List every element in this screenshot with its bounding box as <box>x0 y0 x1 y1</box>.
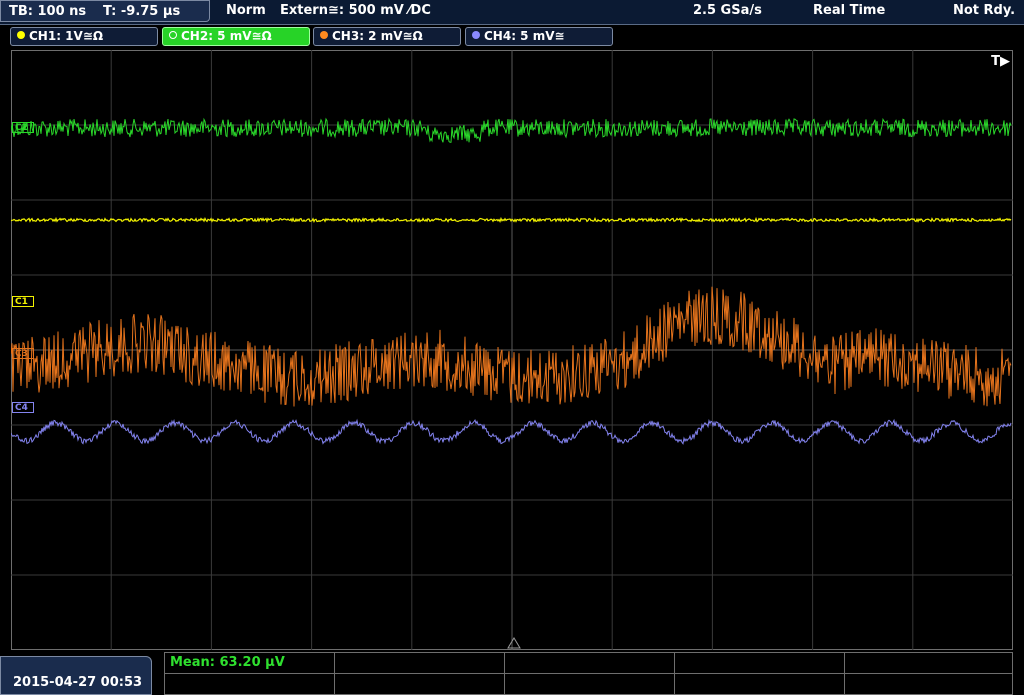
channel-3-dot-icon <box>320 31 328 39</box>
channel-3-trace <box>11 286 1012 407</box>
acquisition-mode[interactable]: Real Time <box>813 3 885 18</box>
horizontal-position-marker-icon[interactable] <box>507 637 521 649</box>
acquisition-state: Not Rdy. <box>953 3 1016 18</box>
channel-2-offset-marker[interactable]: C2 <box>12 122 34 133</box>
channel-2-trace <box>11 117 1012 143</box>
timebase-value: TB: 100 ns <box>9 4 87 19</box>
channel-bar: CH1: 1V≅Ω CH2: 5 mV≅Ω CH3: 2 mV≅Ω CH4: 5… <box>0 25 1024 50</box>
channel-2-label: CH2: 5 mV≅Ω <box>181 29 272 43</box>
channel-4-dot-icon <box>472 31 480 39</box>
channel-1-tab[interactable]: CH1: 1V≅Ω <box>10 27 158 46</box>
measurement-cell[interactable] <box>165 674 335 695</box>
channel-4-offset-marker[interactable]: C4 <box>12 402 34 413</box>
channel-1-trace <box>11 216 1012 224</box>
waveform-canvas[interactable] <box>11 50 1013 650</box>
trigger-mode[interactable]: Norm <box>226 3 266 18</box>
channel-1-dot-icon <box>17 31 25 39</box>
measurement-row <box>165 674 1012 695</box>
status-bar: TB: 100 ns T: -9.75 µs Norm Extern≅: 500… <box>0 0 1024 25</box>
measurement-cell[interactable] <box>675 674 845 695</box>
channel-3-offset-marker[interactable]: C3 <box>12 348 34 359</box>
measurement-cell[interactable] <box>335 674 505 695</box>
channel-2-tab[interactable]: CH2: 5 mV≅Ω <box>162 27 310 46</box>
trigger-time-value: T: -9.75 µs <box>103 4 181 19</box>
channel-4-label: CH4: 5 mV≅ <box>484 29 565 43</box>
measurement-table[interactable]: Mean: 63.20 µV <box>164 652 1013 695</box>
date-time: 2015-04-27 00:53 <box>13 675 143 690</box>
trigger-source[interactable]: Extern≅: 500 mV ⁄DC <box>280 3 431 18</box>
channel-1-label: CH1: 1V≅Ω <box>29 29 104 43</box>
trigger-position-icon[interactable]: T▶ <box>991 54 1010 69</box>
measurement-cell[interactable] <box>505 674 675 695</box>
channel-2-dot-icon <box>169 31 177 39</box>
mean-measurement: Mean: 63.20 µV <box>170 655 285 670</box>
measurement-cell[interactable] <box>335 653 505 674</box>
measurement-cell[interactable] <box>675 653 845 674</box>
channel-1-offset-marker[interactable]: C1 <box>12 296 34 307</box>
date-time-panel: 2015-04-27 00:53 <box>0 656 152 695</box>
measurement-cell[interactable] <box>505 653 675 674</box>
timebase-panel[interactable]: TB: 100 ns T: -9.75 µs <box>0 0 210 22</box>
channel-4-tab[interactable]: CH4: 5 mV≅ <box>465 27 613 46</box>
sample-rate[interactable]: 2.5 GSa/s <box>693 3 762 18</box>
measurement-cell[interactable]: Mean: 63.20 µV <box>165 653 335 674</box>
channel-4-trace <box>11 418 1012 445</box>
channel-3-tab[interactable]: CH3: 2 mV≅Ω <box>313 27 461 46</box>
channel-3-label: CH3: 2 mV≅Ω <box>332 29 423 43</box>
graticule <box>11 50 1013 650</box>
measurement-row: Mean: 63.20 µV <box>165 653 1012 674</box>
